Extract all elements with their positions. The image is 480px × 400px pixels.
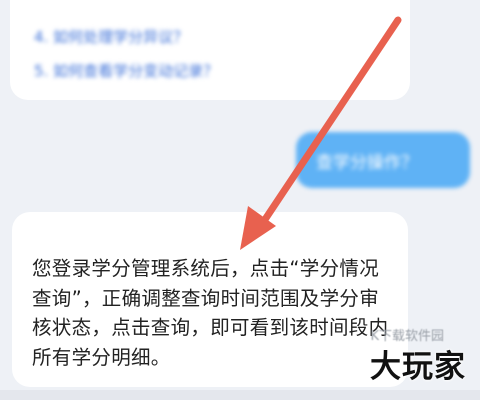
bottom-strip — [0, 390, 480, 400]
suggested-question-item[interactable]: 5. 如何查看学分变动记录？ — [34, 54, 218, 88]
chat-screen: 4. 如何处理学分异议？ 5. 如何查看学分变动记录？ 查学分操作？ 您登录学分… — [0, 0, 480, 400]
watermark: K下载软件园 大玩家 — [370, 329, 466, 386]
suggested-questions: 4. 如何处理学分异议？ 5. 如何查看学分变动记录？ — [34, 20, 218, 88]
watermark-small-text: K下载软件园 — [370, 329, 444, 344]
assistant-answer-text: 您登录学分管理系统后，点击“学分情况查询”，正确调整查询时间范围及学分审核状态，… — [32, 257, 389, 369]
assistant-suggestion-card: 4. 如何处理学分异议？ 5. 如何查看学分变动记录？ — [10, 0, 410, 100]
user-message-text: 查学分操作？ — [316, 153, 418, 173]
assistant-answer-card: 您登录学分管理系统后，点击“学分情况查询”，正确调整查询时间范围及学分审核状态，… — [12, 212, 408, 387]
user-message-bubble: 查学分操作？ — [296, 132, 470, 188]
suggested-question-item[interactable]: 4. 如何处理学分异议？ — [34, 20, 218, 54]
watermark-logo-text: 大玩家 — [370, 349, 466, 385]
